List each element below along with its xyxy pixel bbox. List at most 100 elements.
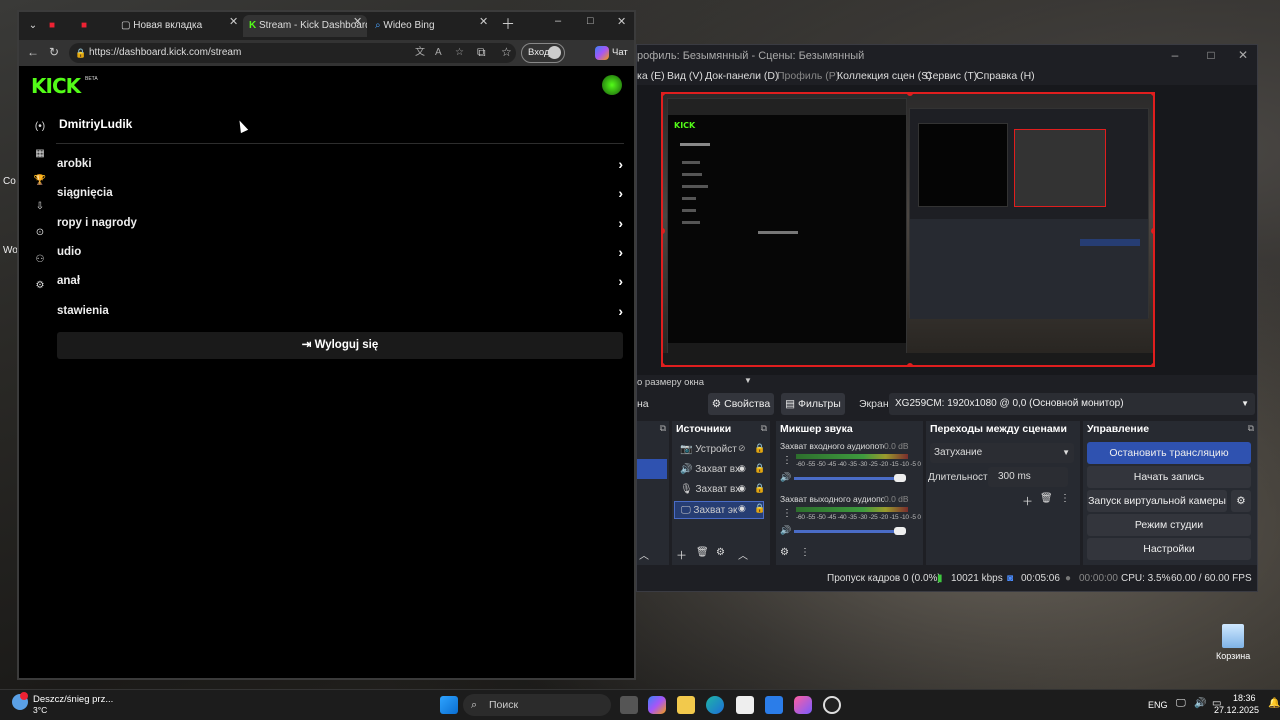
- close-icon[interactable]: ✕: [617, 15, 626, 28]
- duration-input[interactable]: 300 ms: [988, 467, 1068, 487]
- menu-help[interactable]: Справка (H): [976, 70, 1035, 82]
- clock-date[interactable]: 27.12.2025: [1214, 705, 1259, 715]
- start-windows-icon[interactable]: [440, 696, 458, 714]
- menu-item-studio[interactable]: udio ›: [57, 242, 623, 266]
- menu-item-earnings[interactable]: arobki ›: [57, 154, 623, 178]
- kebab-menu-icon[interactable]: ⋮: [800, 547, 810, 558]
- pinned-tab[interactable]: ■: [49, 15, 77, 37]
- extensions-icon[interactable]: ⧉: [477, 45, 486, 60]
- weather-text[interactable]: Deszcz/śnieg prz...: [33, 694, 113, 705]
- speaker-icon[interactable]: 🔊: [780, 525, 791, 536]
- stream-broadcast-icon[interactable]: (•): [33, 121, 47, 132]
- lock-icon[interactable]: 🔒: [754, 443, 765, 454]
- studio-icon[interactable]: ⊙: [33, 227, 47, 238]
- source-item[interactable]: 📷 Устройст: [674, 441, 764, 459]
- photos-icon[interactable]: [794, 696, 812, 714]
- gear-icon[interactable]: ⚙: [1231, 490, 1251, 512]
- favorites-icon[interactable]: ☆: [501, 45, 512, 59]
- transition-select[interactable]: Затухание ▼: [930, 443, 1074, 463]
- user-avatar[interactable]: [602, 75, 622, 95]
- source-item[interactable]: 🔊 Захват вх: [674, 461, 764, 479]
- gear-icon[interactable]: ⚙: [33, 280, 47, 291]
- eye-hidden-icon[interactable]: ⊘: [738, 443, 746, 454]
- address-bar[interactable]: 🔒 https://dashboard.kick.com/stream 文 A …: [69, 43, 516, 63]
- trophy-icon[interactable]: 🏆: [33, 175, 47, 186]
- add-source-icon[interactable]: ＋: [676, 547, 687, 563]
- tab-new-tab[interactable]: ▢ Новая вкладка: [117, 15, 239, 37]
- kick-logo[interactable]: KICK: [31, 74, 81, 98]
- speaker-icon[interactable]: 🔊: [780, 472, 791, 483]
- copilot-icon[interactable]: [595, 46, 609, 60]
- edge-browser-icon[interactable]: [706, 696, 724, 714]
- new-tab-icon[interactable]: ＋: [501, 14, 515, 34]
- drops-icon[interactable]: ⇩: [33, 201, 47, 212]
- chat-label[interactable]: Чат: [612, 47, 628, 58]
- volume-icon[interactable]: 🔊: [1194, 698, 1206, 709]
- microsoft-store-icon[interactable]: [736, 696, 754, 714]
- menu-item-drops-rewards[interactable]: ropy i nagrody ›: [57, 213, 623, 237]
- obs-studio-icon[interactable]: [823, 696, 841, 714]
- minimize-icon[interactable]: –: [555, 15, 561, 27]
- translate-icon[interactable]: 文: [415, 43, 425, 63]
- chevron-down-icon[interactable]: ▼: [1241, 393, 1249, 415]
- menu-edit[interactable]: ка (E): [637, 70, 665, 82]
- refresh-icon[interactable]: ↻: [49, 45, 59, 59]
- tab-kick-dashboard[interactable]: K Stream - Kick Dashboard: [243, 15, 367, 37]
- channel-users-icon[interactable]: ⚇: [33, 254, 47, 265]
- eye-icon[interactable]: ◉: [738, 463, 746, 474]
- lock-icon[interactable]: 🔒: [754, 463, 765, 474]
- close-tab-icon[interactable]: ✕: [229, 15, 238, 28]
- settings-button[interactable]: Настройки: [1087, 538, 1251, 560]
- chevron-down-icon[interactable]: ▼: [744, 376, 752, 385]
- chevron-up-icon[interactable]: ︿: [738, 547, 748, 562]
- login-button[interactable]: Вход: [521, 43, 565, 63]
- close-tab-icon[interactable]: ✕: [353, 15, 362, 28]
- menu-view[interactable]: Вид (V): [667, 70, 703, 82]
- read-aloud-icon[interactable]: A: [435, 43, 442, 63]
- back-arrow-icon[interactable]: ←: [27, 45, 39, 59]
- star-icon[interactable]: ☆: [455, 43, 464, 63]
- menu-item-settings[interactable]: stawienia ›: [57, 301, 623, 325]
- studio-mode-button[interactable]: Режим студии: [1087, 514, 1251, 536]
- kebab-menu-icon[interactable]: ⋮: [782, 508, 792, 519]
- maximize-icon[interactable]: □: [1201, 48, 1221, 62]
- dock-undock-icon[interactable]: ⧉: [761, 423, 767, 434]
- chevron-up-icon[interactable]: ︿: [639, 547, 649, 562]
- kebab-menu-icon[interactable]: ⋮: [782, 455, 792, 466]
- mail-icon[interactable]: [765, 696, 783, 714]
- menu-docks[interactable]: Док-панели (D): [705, 70, 778, 82]
- source-item-selected[interactable]: 🖵 Захват эк: [674, 501, 764, 519]
- filters-button[interactable]: ▤ Фильтры: [781, 393, 845, 415]
- minimize-icon[interactable]: –: [1165, 48, 1185, 62]
- obs-canvas[interactable]: KICK: [661, 92, 1155, 367]
- gear-icon[interactable]: ⚙: [716, 547, 725, 558]
- scene-item-selected[interactable]: [637, 459, 667, 479]
- eye-icon[interactable]: ◉: [738, 503, 746, 514]
- tab-actions-chevron-icon[interactable]: ⌄: [23, 15, 43, 37]
- menu-tools[interactable]: Сервис (T): [925, 70, 977, 82]
- close-tab-icon[interactable]: ✕: [479, 15, 488, 28]
- trash-icon[interactable]: 🗑: [1040, 493, 1053, 504]
- task-view-icon[interactable]: [620, 696, 638, 714]
- menu-scene-collection[interactable]: Коллекция сцен (S): [837, 70, 932, 82]
- pinned-tab[interactable]: ■: [81, 15, 109, 37]
- stop-stream-button[interactable]: Остановить трансляцию: [1087, 442, 1251, 464]
- volume-slider-knob[interactable]: [894, 527, 906, 535]
- close-icon[interactable]: ✕: [1233, 48, 1253, 62]
- clock-time[interactable]: 18:36: [1233, 693, 1256, 703]
- volume-slider-knob[interactable]: [894, 474, 906, 482]
- analytics-icon[interactable]: ▦: [33, 148, 47, 159]
- eye-icon[interactable]: ◉: [738, 483, 746, 494]
- screen-select[interactable]: XG259CM: 1920x1080 @ 0,0 (Основной монит…: [889, 393, 1255, 415]
- taskbar-search[interactable]: ⌕ Поиск: [463, 694, 611, 716]
- dock-undock-icon[interactable]: ⧉: [1248, 423, 1254, 434]
- menu-profile[interactable]: Профиль (P): [777, 70, 839, 82]
- virtual-camera-button[interactable]: Запуск виртуальной камеры: [1087, 490, 1227, 512]
- add-transition-icon[interactable]: ＋: [1022, 493, 1033, 509]
- dock-undock-icon[interactable]: ⧉: [660, 423, 666, 434]
- language-indicator[interactable]: ENG: [1148, 700, 1168, 710]
- size-mode-label[interactable]: о размеру окна: [637, 377, 704, 388]
- menu-item-channel[interactable]: anał ›: [57, 271, 623, 295]
- file-explorer-icon[interactable]: [677, 696, 695, 714]
- volume-slider[interactable]: [794, 477, 906, 480]
